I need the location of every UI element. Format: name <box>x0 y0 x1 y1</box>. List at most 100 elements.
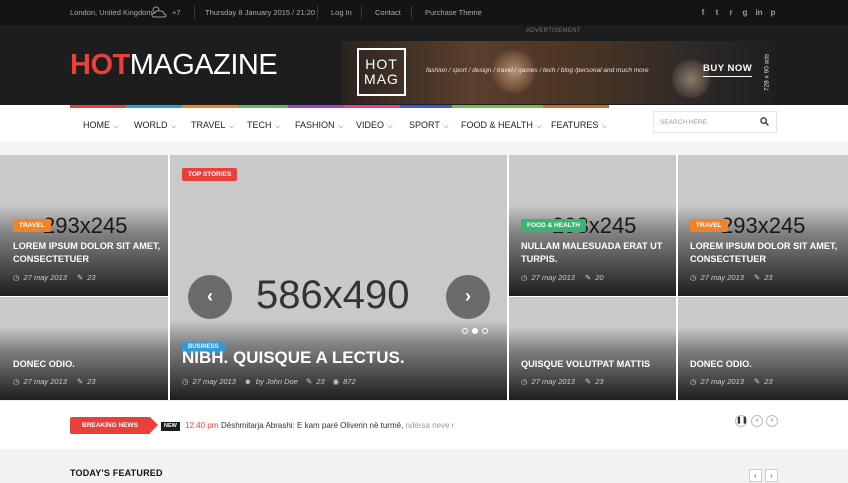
search-icon[interactable] <box>760 117 769 126</box>
breaking-headline[interactable]: Dëshmitarja Abrashi: E kam parë Oliverin… <box>221 421 454 430</box>
chevron-down-icon: ⌵ <box>388 124 393 130</box>
purchase-theme-link[interactable]: Purchase Theme <box>425 0 482 25</box>
divider <box>194 6 195 19</box>
ad-banner[interactable]: HOT MAG fashion / sport / design / trave… <box>341 41 778 104</box>
featured-grid: 293x245 TRAVEL LOREM IPSUM DOLOR SIT AME… <box>0 155 848 400</box>
article-title[interactable]: LOREM IPSUM DOLOR SIT AMET, CONSECTETUER <box>690 240 845 265</box>
slider-dot-active[interactable] <box>472 328 478 334</box>
slider-dot[interactable] <box>482 328 488 334</box>
view-count: 872 <box>343 377 356 386</box>
chevron-down-icon: ⌵ <box>443 124 449 130</box>
comment-icon: ✎ <box>753 377 761 386</box>
comment-icon: ✎ <box>584 377 592 386</box>
category-badge[interactable]: FOOD & HEALTH <box>521 219 586 232</box>
author-icon: ☻ <box>243 377 252 386</box>
breaking-headline-text: Dëshmitarja Abrashi: E kam parë Oliverin… <box>221 421 404 430</box>
date-text: Thursday 8 January 2015 / 21:20 <box>205 8 316 17</box>
nav-item-home[interactable]: HOME ⌵ <box>83 108 119 142</box>
article-tile[interactable]: QUISQUE VOLUTPAT MATTIS ◷ 27 may 2013 ✎ 23 <box>509 297 676 400</box>
site-logo[interactable]: HOTMAGAZINE <box>70 48 278 82</box>
next-news-button[interactable]: › <box>766 415 778 427</box>
breaking-headline-fade: ndërsa neve r <box>403 421 455 430</box>
prev-news-button[interactable]: ‹ <box>751 415 763 427</box>
article-title[interactable]: QUISQUE VOLUTPAT MATTIS <box>521 358 671 371</box>
comment-count: 23 <box>595 377 604 386</box>
category-badge[interactable]: TRAVEL <box>690 219 728 232</box>
article-tile[interactable]: 293x245 TRAVEL LOREM IPSUM DOLOR SIT AME… <box>0 155 168 296</box>
featured-next-button[interactable]: › <box>765 469 778 482</box>
nav-item-food-health[interactable]: FOOD & HEALTH ⌵ <box>461 108 541 142</box>
article-title[interactable]: NIBH. QUISQUE A LECTUS. <box>182 348 502 368</box>
comment-count: 23 <box>87 273 96 282</box>
nav-item-tech[interactable]: TECH ⌵ <box>247 108 280 142</box>
slider-next-button[interactable]: › <box>446 275 490 319</box>
pinterest-icon[interactable]: p <box>769 8 777 17</box>
slider-main-story[interactable]: 586x490 TOP STORIES ‹ › BUSINESS NIBH. Q… <box>170 155 507 400</box>
nav-item-label: FOOD & HEALTH <box>461 120 533 130</box>
new-tag: NEW <box>161 422 180 431</box>
article-tile[interactable]: 293x245 FOOD & HEALTH NULLAM MALESUADA E… <box>509 155 676 296</box>
facebook-icon[interactable]: f <box>699 8 707 17</box>
nav-item-label: FASHION <box>295 120 335 130</box>
comment-count: 23 <box>316 377 325 386</box>
login-link[interactable]: Log In <box>331 0 352 25</box>
comment-icon: ✎ <box>305 377 313 386</box>
nav-item-label: WORLD <box>134 120 168 130</box>
linkedin-icon[interactable]: in <box>755 8 763 17</box>
buy-now-button[interactable]: BUY NOW <box>703 63 753 77</box>
banner-logo: HOT MAG <box>357 48 406 96</box>
weather-icon <box>151 6 167 18</box>
article-author[interactable]: by John Doe <box>256 377 298 386</box>
top-stories-badge[interactable]: TOP STORIES <box>182 168 238 181</box>
banner-size-label: 728 x 90 ads <box>763 53 771 92</box>
chevron-down-icon: ⌵ <box>171 124 177 130</box>
article-tile[interactable]: DONEC ODIO. ◷ 27 may 2013 ✎ 23 <box>0 297 168 400</box>
article-meta: ◷ 27 may 2013 ☻ by John Doe ✎ 23 ◉ 872 <box>182 377 356 386</box>
google-plus-icon[interactable]: g <box>741 8 749 17</box>
article-tile[interactable]: 293x245 TRAVEL LOREM IPSUM DOLOR SIT AME… <box>678 155 848 296</box>
article-meta: ◷ 27 may 2013 ✎ 23 <box>13 377 96 386</box>
featured-prev-button[interactable]: ‹ <box>749 469 762 482</box>
advertisement-label: ADVERTISEMENT <box>526 28 581 34</box>
article-title[interactable]: LOREM IPSUM DOLOR SIT AMET, CONSECTETUER <box>13 240 163 265</box>
contact-link[interactable]: Contact <box>375 0 401 25</box>
nav-item-video[interactable]: VIDEO ⌵ <box>356 108 393 142</box>
chevron-down-icon: ⌵ <box>275 124 281 130</box>
slider-prev-button[interactable]: ‹ <box>188 275 232 319</box>
pause-button[interactable]: ❚❚ <box>735 415 748 427</box>
article-date: 27 may 2013 <box>531 273 575 282</box>
slider-dot[interactable] <box>462 328 468 334</box>
chevron-down-icon: ⌵ <box>114 124 119 130</box>
rss-icon[interactable]: r <box>727 8 735 17</box>
article-meta: ◷ 27 may 2013 ✎ 23 <box>13 273 96 282</box>
category-badge[interactable]: TRAVEL <box>13 219 51 232</box>
divider <box>411 6 412 19</box>
article-meta: ◷ 27 may 2013 ✎ 20 <box>521 273 604 282</box>
social-links: f t r g in p <box>699 0 777 25</box>
comment-icon: ✎ <box>753 273 761 282</box>
nav-item-fashion[interactable]: FASHION ⌵ <box>295 108 343 142</box>
twitter-icon[interactable]: t <box>713 8 721 17</box>
search-input[interactable] <box>660 112 756 132</box>
nav-item-features[interactable]: FEATURES ⌵ <box>551 108 607 142</box>
clock-icon: ◷ <box>13 273 20 282</box>
breaking-news-label: BREAKING NEWS <box>70 417 158 434</box>
comment-count: 23 <box>764 377 773 386</box>
slider-dots <box>462 328 488 334</box>
article-title[interactable]: DONEC ODIO. <box>690 358 845 371</box>
chevron-down-icon: ⌵ <box>338 124 344 130</box>
article-meta: ◷ 27 may 2013 ✎ 23 <box>690 273 773 282</box>
nav-item-label: FEATURES <box>551 120 599 130</box>
nav-item-sport[interactable]: SPORT ⌵ <box>409 108 448 142</box>
comment-icon: ✎ <box>76 377 84 386</box>
temperature-text: +7 <box>172 8 181 17</box>
article-meta: ◷ 27 may 2013 ✎ 23 <box>690 377 773 386</box>
nav-item-world[interactable]: WORLD ⌵ <box>134 108 176 142</box>
comment-icon: ✎ <box>76 273 84 282</box>
article-tile[interactable]: DONEC ODIO. ◷ 27 may 2013 ✎ 23 <box>678 297 848 400</box>
article-title[interactable]: DONEC ODIO. <box>13 358 163 371</box>
views-icon: ◉ <box>332 377 340 386</box>
nav-item-travel[interactable]: TRAVEL ⌵ <box>191 108 234 142</box>
article-title[interactable]: NULLAM MALESUADA ERAT UT TURPIS. <box>521 240 671 265</box>
clock-icon: ◷ <box>521 377 528 386</box>
